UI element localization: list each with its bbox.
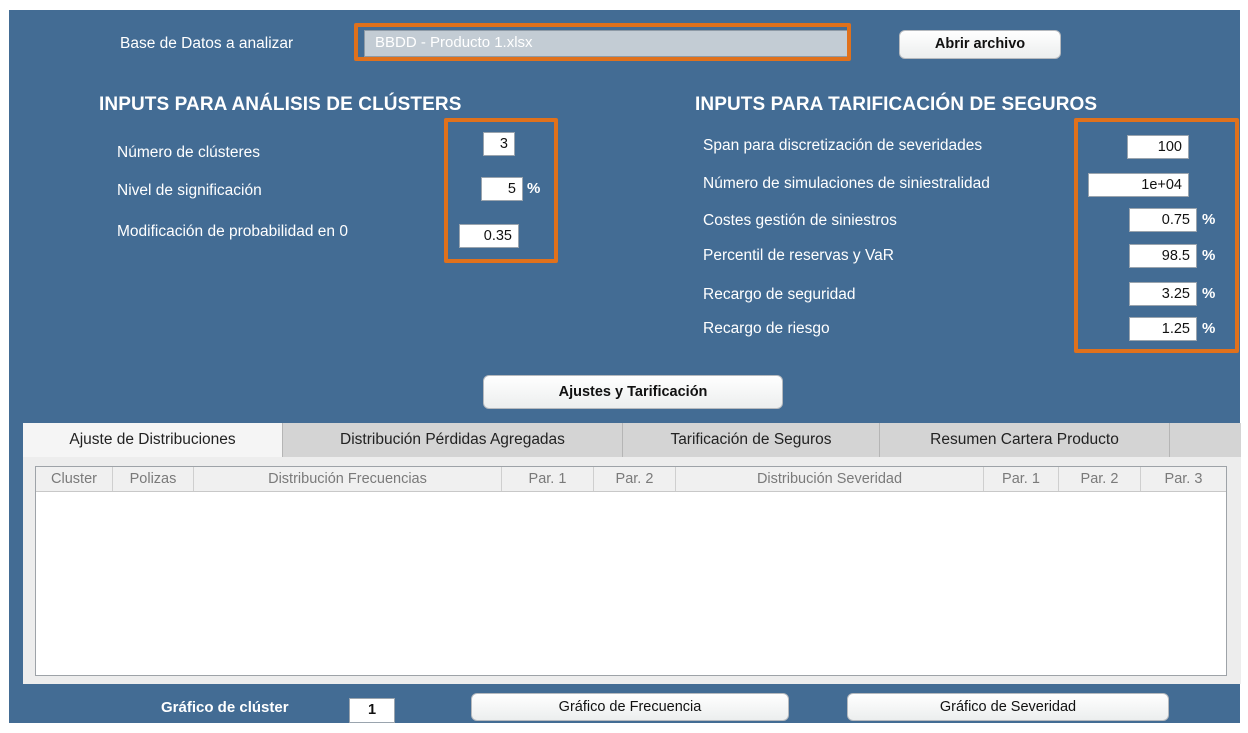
percentile-label: Percentil de reservas y VaR <box>703 247 894 264</box>
risk-loading-label: Recargo de riesgo <box>703 320 830 337</box>
severity-chart-button[interactable]: Gráfico de Severidad <box>847 693 1169 721</box>
tab-insurance-pricing[interactable]: Tarificación de Seguros <box>623 423 880 457</box>
fit-and-pricing-button[interactable]: Ajustes y Tarificación <box>483 375 783 409</box>
pricing-heading: INPUTS PARA TARIFICACIÓN DE SEGUROS <box>695 94 1098 115</box>
column-header-sev-par2[interactable]: Par. 2 <box>1059 467 1141 491</box>
span-label: Span para discretización de severidades <box>703 137 983 154</box>
clusters-heading: INPUTS PARA ANÁLISIS DE CLÚSTERS <box>99 94 462 115</box>
table-header: Cluster Polizas Distribución Frecuencias… <box>36 467 1226 492</box>
num-clusters-label: Número de clústeres <box>117 144 261 161</box>
prob-mod-label: Modificación de probabilidad en 0 <box>117 223 348 240</box>
column-header-severity-dist[interactable]: Distribución Severidad <box>676 467 984 491</box>
tab-portfolio-summary[interactable]: Resumen Cartera Producto <box>880 423 1170 457</box>
tab-distribution-fit[interactable]: Ajuste de Distribuciones <box>23 423 283 458</box>
tab-aggregate-losses[interactable]: Distribución Pérdidas Agregadas <box>283 423 623 457</box>
column-header-freq-par2[interactable]: Par. 2 <box>594 467 676 491</box>
frequency-chart-button[interactable]: Gráfico de Frecuencia <box>471 693 789 721</box>
distribution-fit-table[interactable]: Cluster Polizas Distribución Frecuencias… <box>35 466 1227 676</box>
column-header-sev-par1[interactable]: Par. 1 <box>984 467 1059 491</box>
cluster-chart-input[interactable]: 1 <box>349 698 395 723</box>
clusters-highlight-box <box>444 118 558 263</box>
tab-content-area: Cluster Polizas Distribución Frecuencias… <box>23 457 1241 684</box>
pricing-highlight-box <box>1074 118 1239 353</box>
column-header-freq-par1[interactable]: Par. 1 <box>502 467 594 491</box>
column-header-frequency-dist[interactable]: Distribución Frecuencias <box>194 467 502 491</box>
column-header-policies[interactable]: Polizas <box>113 467 194 491</box>
significance-label: Nivel de significación <box>117 182 262 199</box>
claims-cost-label: Costes gestión de siniestros <box>703 212 897 229</box>
safety-loading-label: Recargo de seguridad <box>703 286 856 303</box>
db-label: Base de Datos a analizar <box>120 35 294 52</box>
open-file-button[interactable]: Abrir archivo <box>899 30 1061 59</box>
simulations-label: Número de simulaciones de siniestralidad <box>703 175 990 192</box>
column-header-cluster[interactable]: Cluster <box>36 467 113 491</box>
cluster-chart-label: Gráfico de clúster <box>161 699 289 716</box>
db-highlight-box <box>354 23 851 61</box>
results-tab-bar: Ajuste de Distribuciones Distribución Pé… <box>23 423 1241 458</box>
column-header-sev-par3[interactable]: Par. 3 <box>1141 467 1226 491</box>
